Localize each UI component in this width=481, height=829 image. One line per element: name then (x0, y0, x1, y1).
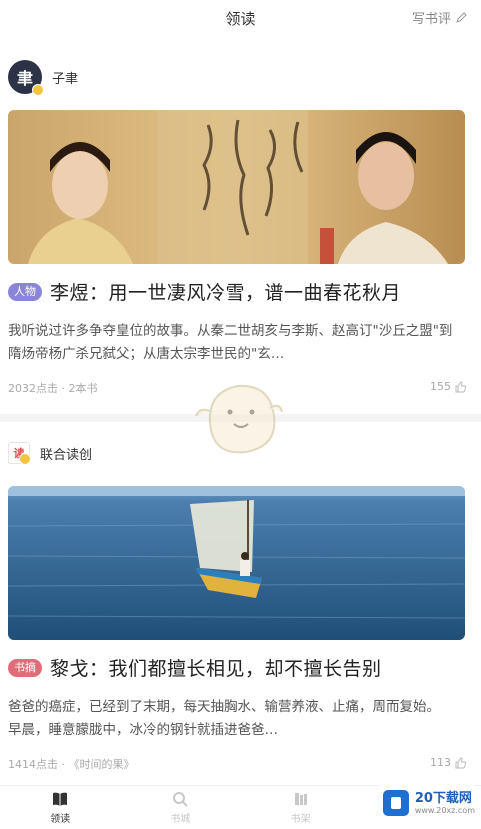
tab-bookstore[interactable]: 书城 (120, 786, 240, 829)
post-author[interactable]: 读 联合读创 (8, 442, 92, 465)
thumbs-up-icon (455, 380, 467, 392)
tab-label: 领读 (50, 814, 71, 825)
author-name[interactable]: 联合读创 (40, 444, 92, 463)
post-title[interactable]: 李煜：用一世凄风冷雪，谱一曲春花秋月 (50, 278, 401, 305)
post-title[interactable]: 黎戈：我们都擅长相见，却不擅长告别 (50, 654, 382, 681)
post-author[interactable]: 聿 子聿 (8, 60, 78, 96)
post-card[interactable]: 聿 子聿 人物 李煜：用一世凄风冷雪，谱一曲春花秋月 我听说过许多争夺皇位的故事… (0, 54, 481, 406)
write-review-label: 写书评 (411, 12, 451, 27)
page-title: 领读 (225, 10, 256, 28)
post-excerpt[interactable]: 爸爸的癌症，已经到了末期，每天抽胸水、输营养液、止痛，周而复始。 早晨，睡意朦胧… (8, 696, 454, 742)
watermark-logo-icon (383, 790, 409, 816)
avatar[interactable]: 聿 (8, 60, 44, 96)
post-headline[interactable]: 书摘 黎戈：我们都擅长相见，却不擅长告别 (8, 654, 382, 681)
watermark-sub: www.20xz.com (414, 805, 475, 815)
post-card[interactable]: 读 联合读创 书摘 黎戈：我们都擅长相见，却不擅长告别 爸爸的癌症，已经到了末期… (0, 430, 481, 782)
category-tag: 书摘 (8, 658, 42, 677)
avatar-glyph: 聿 (16, 69, 33, 88)
post-cover-image[interactable] (8, 110, 465, 264)
top-bar: 领读 写书评 (0, 0, 481, 36)
post-headline[interactable]: 人物 李煜：用一世凄风冷雪，谱一曲春花秋月 (8, 278, 401, 305)
post-cover-image[interactable] (8, 486, 465, 640)
post-stats: 2032点击 · 2本书 (8, 382, 98, 395)
site-watermark: 20下载网 www.20xz.com (379, 783, 475, 823)
pen-icon (456, 11, 467, 23)
avatar[interactable]: 读 (8, 442, 31, 465)
book-icon (53, 792, 68, 806)
tab-label: 书城 (170, 814, 191, 825)
tab-bookshelf[interactable]: 书架 (241, 786, 361, 829)
tab-label: 书架 (290, 814, 311, 825)
thumbs-up-icon (455, 756, 467, 768)
like-button[interactable]: 155 (430, 380, 467, 393)
like-count: 155 (430, 380, 451, 393)
watermark-text: 20下载网 (414, 790, 472, 806)
verified-badge (19, 453, 31, 465)
shelf-icon (294, 793, 307, 805)
like-button[interactable]: 113 (430, 756, 467, 769)
author-name[interactable]: 子聿 (52, 68, 78, 87)
search-icon (173, 792, 189, 807)
post-excerpt[interactable]: 我听说过许多争夺皇位的故事。从秦二世胡亥与李斯、赵高订"沙丘之盟"到隋炀帝杨广杀… (8, 320, 454, 366)
post-stats: 1414点击 · 《时间的果》 (8, 758, 135, 771)
tab-read[interactable]: 领读 (0, 786, 120, 829)
mascot-overlay (195, 384, 283, 454)
verified-badge (32, 84, 44, 96)
write-review-button[interactable]: 写书评 (412, 8, 467, 27)
category-tag: 人物 (8, 282, 42, 301)
like-count: 113 (430, 756, 451, 769)
